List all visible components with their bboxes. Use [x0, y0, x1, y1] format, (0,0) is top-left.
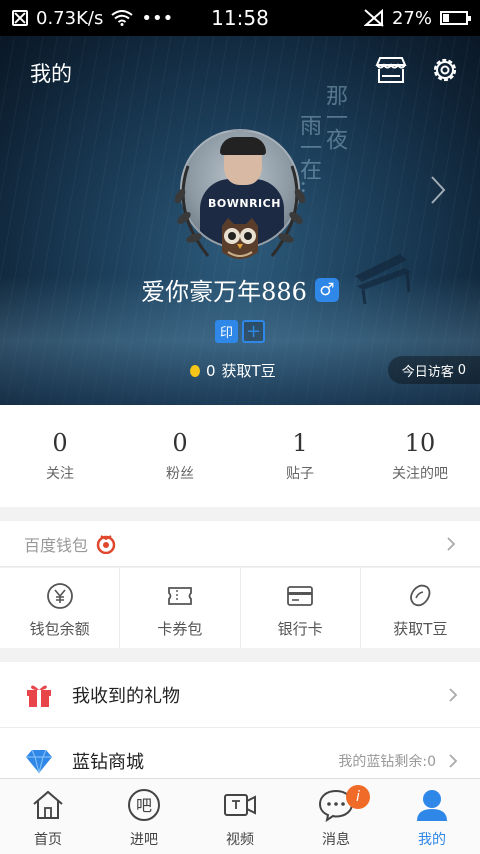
visitors-label: 今日访客	[401, 364, 454, 380]
stat-followed-bars[interactable]: 10 关注的吧	[360, 405, 480, 507]
get-tbeans-button[interactable]: 获取T豆	[361, 568, 480, 648]
wallet-balance-button[interactable]: 钱包余额	[0, 568, 121, 648]
stat-followers[interactable]: 0 粉丝	[120, 405, 240, 507]
bottom-tab-bar: 首页 吧 进吧 视频 i 消息 我的	[0, 778, 480, 854]
wallet-grid: 钱包余额 卡券包 银行卡 获取T豆	[0, 568, 480, 648]
chevron-right-icon	[447, 536, 456, 551]
badge-row: 印 +	[0, 320, 480, 343]
page-title: 我的	[30, 62, 72, 86]
stat-number: 0	[52, 429, 68, 457]
wallet-item-label: 银行卡	[277, 620, 323, 638]
diamond-icon	[26, 749, 52, 773]
menu-item-label: 我收到的礼物	[72, 685, 180, 707]
tab-video[interactable]: 视频	[192, 779, 288, 854]
message-notification-badge: i	[346, 785, 370, 809]
stat-label: 关注的吧	[392, 466, 448, 482]
stat-number: 0	[172, 429, 188, 457]
wallet-item-label: 获取T豆	[393, 620, 448, 638]
owl-pendant-icon	[222, 218, 258, 259]
battery-percent: 27%	[391, 7, 432, 29]
gift-icon	[27, 685, 51, 707]
male-gender-icon: ♂	[314, 277, 339, 302]
today-visitors[interactable]: 今日访客 0	[387, 356, 480, 384]
stat-label: 贴子	[286, 466, 314, 482]
stat-label: 关注	[46, 466, 74, 482]
tbeans-count: 0	[206, 361, 216, 380]
menu-item-label: 蓝钻商城	[72, 751, 144, 773]
no-signal-icon	[363, 9, 384, 27]
tab-home[interactable]: 首页	[0, 779, 96, 854]
tab-messages[interactable]: i 消息	[288, 779, 384, 854]
chevron-right-icon[interactable]	[428, 174, 448, 206]
video-camera-icon	[224, 794, 256, 816]
wallet-item-label: 钱包余额	[29, 620, 90, 638]
baidu-wallet-logo-icon	[96, 534, 116, 554]
status-bar: 0.73K/s ••• 11:58 27%	[0, 0, 480, 36]
coupon-icon	[167, 587, 192, 605]
stat-following[interactable]: 0 关注	[0, 405, 120, 507]
network-speed: 0.73K/s	[36, 7, 104, 29]
store-icon[interactable]	[374, 56, 408, 84]
settings-gear-icon[interactable]	[430, 55, 460, 85]
tab-label: 视频	[226, 832, 254, 848]
coupons-button[interactable]: 卡券包	[120, 568, 241, 648]
tab-label: 消息	[322, 832, 350, 848]
wifi-icon	[111, 10, 133, 26]
stat-number: 1	[292, 429, 308, 457]
add-badge-button[interactable]: +	[242, 320, 265, 343]
home-icon	[33, 790, 63, 819]
wallet-title: 百度钱包	[24, 535, 89, 555]
tab-label: 进吧	[130, 832, 158, 848]
wallet-header[interactable]: 百度钱包	[0, 521, 480, 567]
bank-card-icon	[287, 586, 314, 606]
stat-number: 10	[404, 429, 436, 457]
more-notifications-icon: •••	[141, 7, 174, 29]
menu-item-sub: 我的蓝钻剩余:0	[338, 753, 436, 770]
tab-label: 我的	[418, 832, 446, 848]
svg-text:吧: 吧	[136, 796, 152, 815]
yen-coin-icon	[46, 583, 73, 609]
bank-card-button[interactable]: 银行卡	[241, 568, 361, 648]
gifts-received-item[interactable]: 我收到的礼物	[0, 662, 480, 728]
tab-label: 首页	[34, 832, 62, 848]
stat-label: 粉丝	[166, 466, 194, 482]
visitors-count: 0	[457, 362, 466, 378]
tbeans-link[interactable]: 0 获取T豆	[190, 360, 276, 381]
tbean-icon	[190, 364, 200, 377]
battery-icon	[440, 11, 471, 25]
bar-icon: 吧	[128, 789, 160, 821]
chevron-right-icon	[449, 687, 458, 702]
username: 爱你豪万年886	[141, 278, 307, 306]
tab-me[interactable]: 我的	[384, 779, 480, 854]
close-notification-icon	[12, 10, 28, 26]
stats-bar: 0 关注 0 粉丝 1 贴子 10 关注的吧	[0, 405, 480, 507]
profile-header: 我的 那一夜 雨一在... BOWNRICH 爱你豪万年886 ♂ 印 + 0 …	[0, 36, 480, 405]
bean-icon	[410, 584, 431, 607]
tab-enter-bar[interactable]: 吧 进吧	[96, 779, 192, 854]
seal-badge[interactable]: 印	[215, 320, 238, 343]
stat-posts[interactable]: 1 贴子	[240, 405, 360, 507]
avatar-cap	[220, 137, 266, 155]
chevron-right-icon	[449, 753, 458, 768]
wallet-item-label: 卡券包	[157, 620, 203, 638]
tbeans-label: 获取T豆	[221, 362, 276, 380]
menu-list: 我收到的礼物 蓝钻商城 我的蓝钻剩余:0	[0, 662, 480, 794]
username-row: 爱你豪万年886 ♂	[0, 272, 480, 307]
user-profile-icon	[417, 790, 447, 821]
